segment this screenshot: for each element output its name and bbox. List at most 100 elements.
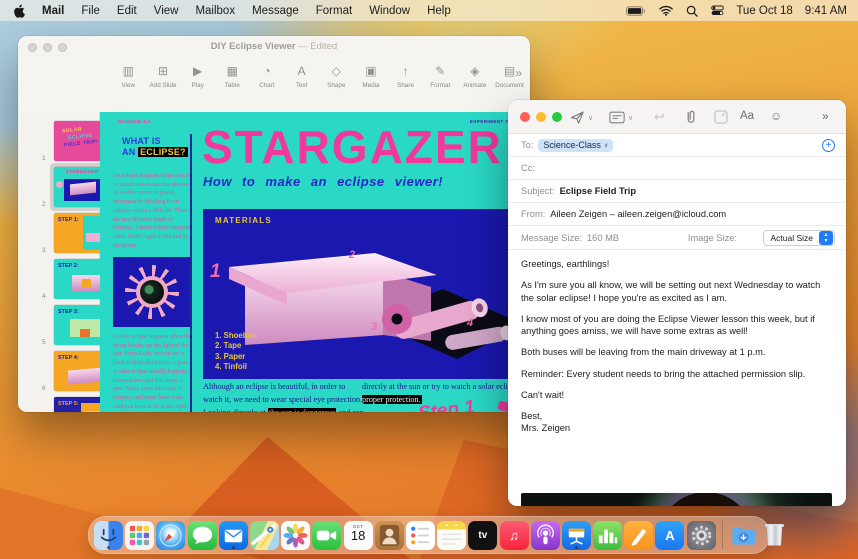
dock-app-store-icon[interactable]: A [655, 520, 685, 550]
menu-window[interactable]: Window [369, 5, 410, 17]
dock-apple-tv-icon[interactable]: tv [468, 520, 498, 550]
shoebox-illustration [229, 253, 525, 359]
send-button[interactable]: ∨ [570, 110, 593, 125]
close-button[interactable] [28, 43, 37, 52]
reply-icon[interactable]: ↩ [654, 109, 665, 125]
menu-message[interactable]: Message [252, 5, 299, 17]
calendar-day: 18 [350, 528, 366, 543]
zoom-button[interactable] [58, 43, 67, 52]
format-icon: ✎ [435, 64, 446, 78]
attachment-button[interactable] [684, 109, 698, 125]
divider-line [190, 134, 192, 412]
caution-text-left: Although an eclipse is beautiful, in ord… [203, 380, 365, 412]
menu-bar: Mail File Edit View Mailbox Message Form… [0, 0, 858, 21]
cc-field[interactable]: Cc: [508, 157, 846, 180]
desktop: DIY Eclipse Viewer — Edited ▥ View ⊞ Add S… [0, 0, 858, 559]
slide-thumbnail-2-selected[interactable]: 2 STARGAZER [18, 163, 114, 211]
dock-contacts-icon[interactable] [374, 520, 404, 550]
share-button[interactable]: ↑ Share [391, 58, 420, 112]
text-button[interactable]: A Text [287, 58, 316, 112]
zoom-button[interactable] [552, 112, 562, 122]
dock-calendar-icon[interactable]: OCT 18 [343, 520, 373, 550]
insert-photo-button[interactable] [714, 110, 728, 124]
menu-format[interactable]: Format [316, 5, 352, 17]
dock-launchpad-icon[interactable] [125, 520, 155, 550]
animate-icon: ◈ [470, 64, 480, 78]
menu-file[interactable]: File [81, 5, 100, 17]
format-button[interactable]: Aa [740, 110, 754, 122]
search-icon[interactable] [686, 5, 699, 17]
chevron-down-icon: ∨ [603, 142, 609, 149]
minimize-button[interactable] [536, 112, 546, 122]
control-center-icon[interactable] [711, 5, 725, 16]
format-button[interactable]: ✎ Format [426, 58, 455, 112]
slide-thumbnail-4[interactable]: 4 STEP 2: [18, 258, 110, 302]
menu-help[interactable]: Help [427, 5, 451, 17]
emoji-button[interactable]: ☺ [770, 109, 782, 123]
dock-messages-icon[interactable] [187, 520, 217, 550]
toolbar-overflow-icon[interactable]: » [822, 109, 829, 123]
dock-notes-icon[interactable] [437, 520, 467, 550]
image-size-select[interactable]: Actual Size ▲ ▼ [763, 229, 835, 246]
add-slide-button[interactable]: ⊞ Add Slide [149, 58, 178, 112]
dock-pages-icon[interactable] [624, 520, 654, 550]
menu-view[interactable]: View [154, 5, 179, 17]
menu-mailbox[interactable]: Mailbox [195, 5, 235, 17]
dock-safari-icon[interactable] [156, 520, 186, 550]
shape-button[interactable]: ◇ Shape [322, 58, 351, 112]
dock-music-icon[interactable]: ♫ [499, 520, 529, 550]
menu-edit[interactable]: Edit [117, 5, 137, 17]
animate-button[interactable]: ◈ Animate [461, 58, 490, 112]
message-body[interactable]: Greetings, earthlings! As I'm sure you a… [521, 258, 833, 435]
menu-bar-clock[interactable]: 9:41 AM [805, 5, 847, 17]
apple-menu[interactable] [13, 3, 25, 18]
add-recipient-button[interactable]: + [822, 138, 835, 152]
danger-highlight: the sun is dangerous [267, 408, 337, 412]
battery-icon[interactable] [626, 5, 646, 16]
slide-thumbnail-6[interactable]: 6 STEP 4: [18, 350, 110, 394]
eclipse-attachment-image[interactable] [521, 493, 832, 506]
tv-label: tv [478, 529, 488, 541]
dock-reminders-icon[interactable] [405, 520, 435, 550]
eclipse-paragraph-2: A solar eclipse happens when the moon bl… [113, 334, 192, 410]
dock-facetime-icon[interactable] [312, 520, 342, 550]
app-menu-mail[interactable]: Mail [42, 5, 64, 17]
stepper-icon: ▲ ▼ [819, 230, 833, 245]
minimize-button[interactable] [43, 43, 52, 52]
dock-keynote-icon[interactable] [561, 520, 591, 550]
slide-thumbnail-3[interactable]: 3 STEP 1: [18, 212, 110, 256]
table-button[interactable]: ▦ Table [218, 58, 247, 112]
slide-canvas[interactable]: SCIENCE 4.2 EXPERIMENT #11 WHAT IS AN EC… [100, 112, 530, 412]
subject-field[interactable]: Subject: Eclipse Field Trip [508, 180, 846, 203]
keynote-window-title: DIY Eclipse Viewer [210, 41, 296, 52]
dock-trash-icon[interactable] [760, 521, 789, 550]
toolbar-overflow-icon[interactable]: » [515, 66, 522, 80]
dock-podcasts-icon[interactable] [530, 520, 560, 550]
chart-button[interactable]: ◔ Chart [253, 58, 282, 112]
dock-photos-icon[interactable] [281, 520, 311, 550]
materials-list: 1. Shoebox 2. Tape 3. Paper 4. Tinfoil [215, 331, 257, 372]
dock-numbers-icon[interactable] [593, 520, 623, 550]
dock-downloads-icon[interactable] [729, 521, 758, 550]
view-button[interactable]: ▥ View [114, 58, 143, 112]
body-signature: Best, [521, 411, 543, 422]
close-button[interactable] [520, 112, 530, 122]
slide-thumbnail-7[interactable]: 7 STEP 5: [18, 396, 110, 412]
dock-finder-icon[interactable] [94, 520, 124, 550]
header-fields-button[interactable]: ∨ [609, 111, 633, 124]
slide-thumbnail-5[interactable]: 5 STEP 3: [18, 304, 110, 348]
from-field[interactable]: From: Aileen Zeigen – aileen.zeigen@iclo… [508, 203, 846, 226]
menu-bar-date[interactable]: Tue Oct 18 [736, 5, 792, 17]
dock-maps-icon[interactable] [250, 520, 280, 550]
dock-system-settings-icon[interactable] [686, 520, 716, 550]
media-button[interactable]: ▣ Media [357, 58, 386, 112]
dock-mail-icon[interactable] [218, 520, 248, 550]
recipient-token[interactable]: Science-Class ∨ [538, 138, 614, 152]
to-field[interactable]: To: Science-Class ∨ + [508, 134, 846, 157]
keynote-window: DIY Eclipse Viewer — Edited ▥ View ⊞ Add S… [18, 36, 530, 412]
wifi-icon[interactable] [659, 5, 674, 16]
play-button[interactable]: ▶ Play [183, 58, 212, 112]
sun-illustration [113, 257, 191, 327]
slide-thumbnail-1[interactable]: 1 SOLAR ECLIPSE FIELD TRIP! [18, 120, 110, 164]
keynote-title-bar[interactable]: DIY Eclipse Viewer — Edited [18, 36, 530, 56]
